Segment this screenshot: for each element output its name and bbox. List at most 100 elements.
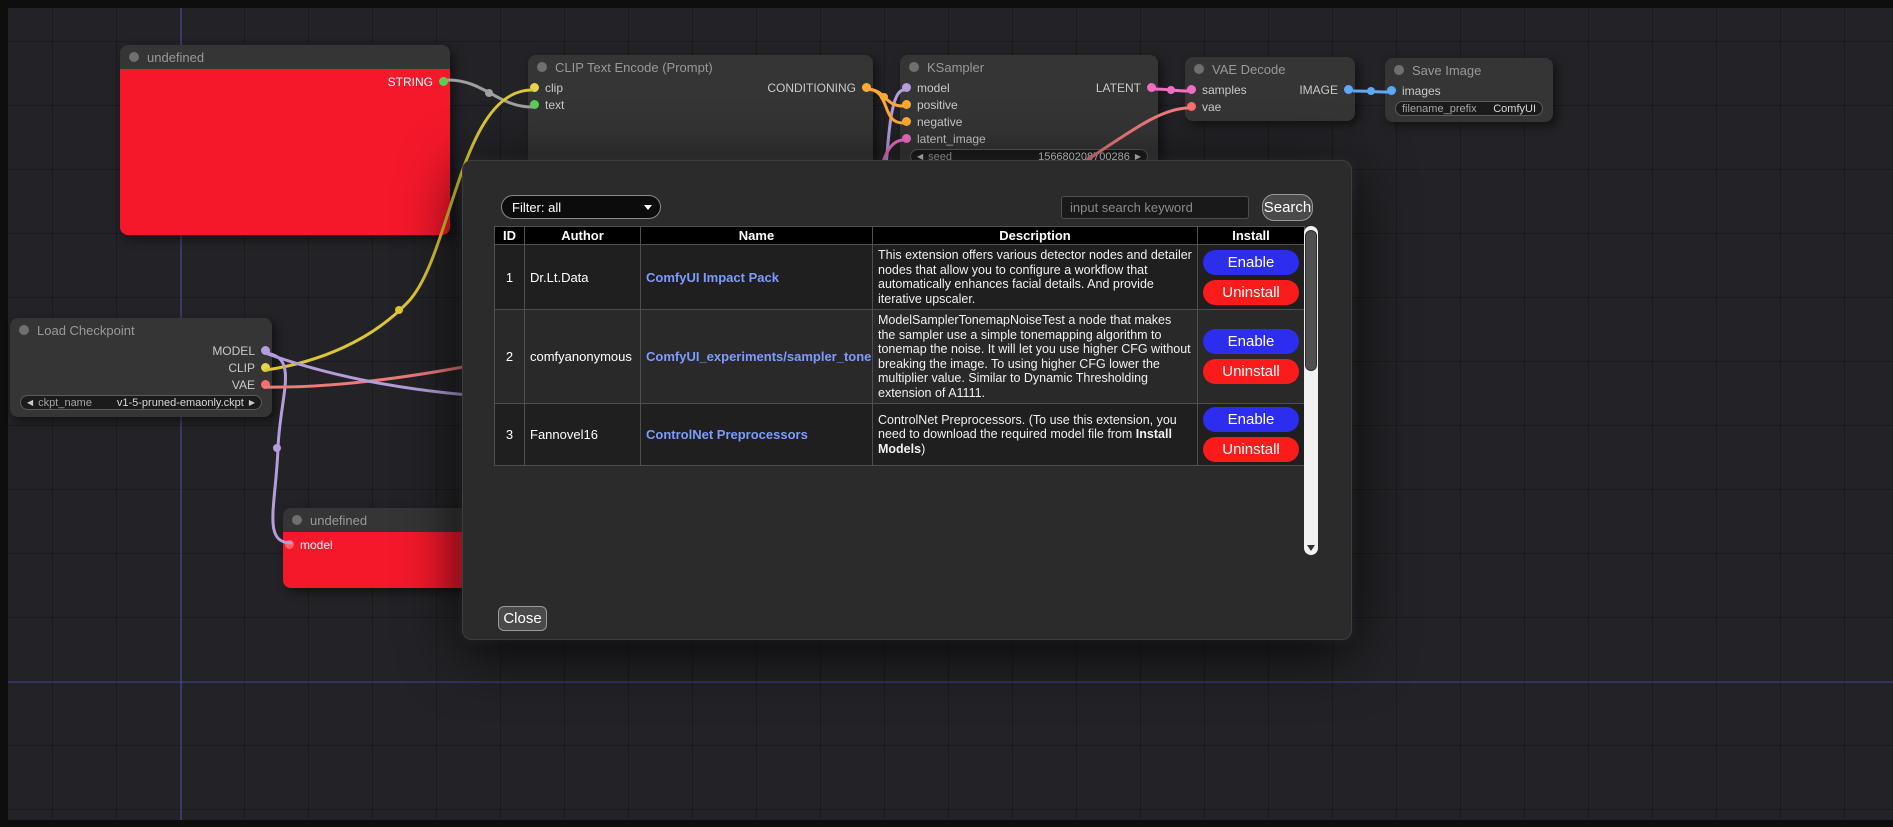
- input-slot-images[interactable]: [1387, 86, 1396, 95]
- output-label: LATENT: [1096, 81, 1141, 95]
- next-arrow-icon[interactable]: ▶: [249, 399, 255, 407]
- widget-label: ckpt_name: [38, 397, 92, 409]
- extension-row: 3 Fannovel16 ControlNet Preprocessors Co…: [495, 404, 1305, 466]
- input-slot-model[interactable]: [902, 83, 911, 92]
- input-slot-model[interactable]: [285, 540, 294, 549]
- node-title: undefined: [147, 50, 204, 65]
- uninstall-button[interactable]: Uninstall: [1203, 359, 1299, 384]
- output-slot-clip[interactable]: [261, 363, 270, 372]
- collapse-dot-icon[interactable]: [292, 515, 302, 525]
- search-button[interactable]: Search: [1262, 194, 1313, 221]
- collapse-dot-icon[interactable]: [1394, 65, 1404, 75]
- filter-select[interactable]: Filter: all: [501, 195, 661, 219]
- output-slot-latent[interactable]: [1147, 83, 1156, 92]
- extension-manager-dialog: Filter: all Search ID Author Name Descri…: [462, 160, 1352, 640]
- extension-description: This extension offers various detector n…: [873, 245, 1198, 310]
- input-slot-vae[interactable]: [1187, 102, 1196, 111]
- column-header-author: Author: [525, 227, 641, 245]
- table-header-row: ID Author Name Description Install: [495, 227, 1305, 245]
- node-title: KSampler: [927, 60, 984, 75]
- input-slot-samples[interactable]: [1187, 85, 1196, 94]
- node-title: Load Checkpoint: [37, 323, 135, 338]
- extension-author: Fannovel16: [525, 404, 641, 466]
- node-title: Save Image: [1412, 63, 1481, 78]
- node-title: undefined: [310, 513, 367, 528]
- widget-value: v1-5-pruned-emaonly.ckpt: [117, 397, 244, 409]
- collapse-dot-icon[interactable]: [19, 325, 29, 335]
- output-label: VAE: [232, 378, 255, 392]
- enable-button[interactable]: Enable: [1203, 407, 1299, 432]
- collapse-dot-icon[interactable]: [1194, 64, 1204, 74]
- column-header-name: Name: [641, 227, 873, 245]
- node-header[interactable]: Load Checkpoint: [10, 318, 272, 342]
- previous-arrow-icon[interactable]: ◀: [27, 399, 33, 407]
- scrollbar-thumb[interactable]: [1305, 230, 1317, 371]
- node-header[interactable]: Save Image: [1385, 58, 1553, 82]
- enable-button[interactable]: Enable: [1203, 250, 1299, 275]
- column-header-install: Install: [1198, 227, 1305, 245]
- output-slot-model[interactable]: [261, 346, 270, 355]
- input-label: positive: [917, 98, 958, 112]
- input-label: model: [917, 81, 950, 95]
- extension-table-container: ID Author Name Description Install 1 Dr.…: [494, 226, 1318, 555]
- node-header[interactable]: undefined: [120, 45, 450, 69]
- scroll-down-arrow-icon[interactable]: [1307, 545, 1315, 551]
- output-label: CLIP: [228, 361, 255, 375]
- uninstall-button[interactable]: Uninstall: [1203, 437, 1299, 462]
- extension-link[interactable]: ControlNet Preprocessors: [646, 427, 808, 442]
- output-slot-conditioning[interactable]: [862, 83, 871, 92]
- output-label: STRING: [388, 75, 433, 89]
- node-load-checkpoint[interactable]: Load Checkpoint MODEL CLIP VAE ◀ ckpt_na…: [10, 318, 272, 417]
- input-label: latent_image: [917, 132, 986, 146]
- input-slot-text[interactable]: [530, 100, 539, 109]
- node-title: VAE Decode: [1212, 62, 1285, 77]
- input-label: images: [1402, 84, 1441, 98]
- output-label: IMAGE: [1299, 83, 1338, 97]
- collapse-dot-icon[interactable]: [909, 62, 919, 72]
- input-label: model: [300, 538, 333, 552]
- extension-link[interactable]: ComfyUI Impact Pack: [646, 270, 779, 285]
- output-label: MODEL: [212, 344, 255, 358]
- extension-id: 1: [495, 245, 525, 310]
- input-slot-latent-image[interactable]: [902, 134, 911, 143]
- output-slot-string[interactable]: [439, 77, 448, 86]
- extension-description: ControlNet Preprocessors. (To use this e…: [873, 404, 1198, 466]
- input-label: samples: [1202, 83, 1247, 97]
- input-label: vae: [1202, 100, 1221, 114]
- widget-label: filename_prefix: [1402, 103, 1477, 115]
- search-input[interactable]: [1061, 196, 1249, 219]
- extension-description: ModelSamplerTonemapNoiseTest a node that…: [873, 310, 1198, 404]
- vertical-scrollbar[interactable]: [1304, 226, 1318, 555]
- node-undefined-top[interactable]: undefined STRING: [120, 45, 450, 235]
- node-header[interactable]: CLIP Text Encode (Prompt): [528, 55, 873, 79]
- filename-prefix-widget[interactable]: filename_prefix ComfyUI: [1395, 101, 1543, 116]
- extension-row: 2 comfyanonymous ComfyUI_experiments/sam…: [495, 310, 1305, 404]
- output-label: CONDITIONING: [767, 81, 856, 95]
- node-vae-decode[interactable]: VAE Decode samples IMAGE vae: [1185, 57, 1355, 121]
- input-slot-positive[interactable]: [902, 100, 911, 109]
- node-title: CLIP Text Encode (Prompt): [555, 60, 713, 75]
- collapse-dot-icon[interactable]: [129, 52, 139, 62]
- canvas-axis-horizontal: [8, 681, 1893, 683]
- input-label: text: [545, 98, 564, 112]
- input-slot-negative[interactable]: [902, 117, 911, 126]
- input-label: clip: [545, 81, 563, 95]
- close-button[interactable]: Close: [498, 606, 547, 631]
- output-slot-image[interactable]: [1344, 85, 1353, 94]
- node-header[interactable]: KSampler: [900, 55, 1158, 79]
- extension-link[interactable]: ComfyUI_experiments/sampler_tonemap: [646, 349, 873, 364]
- uninstall-button[interactable]: Uninstall: [1203, 280, 1299, 305]
- output-slot-vae[interactable]: [261, 380, 270, 389]
- extension-author: comfyanonymous: [525, 310, 641, 404]
- node-header[interactable]: VAE Decode: [1185, 57, 1355, 81]
- enable-button[interactable]: Enable: [1203, 329, 1299, 354]
- extension-id: 3: [495, 404, 525, 466]
- widget-value: ComfyUI: [1493, 103, 1536, 115]
- column-header-id: ID: [495, 227, 525, 245]
- collapse-dot-icon[interactable]: [537, 62, 547, 72]
- node-save-image[interactable]: Save Image images filename_prefix ComfyU…: [1385, 58, 1553, 122]
- extension-author: Dr.Lt.Data: [525, 245, 641, 310]
- ckpt-name-widget[interactable]: ◀ ckpt_name v1-5-pruned-emaonly.ckpt ▶: [20, 395, 262, 410]
- input-slot-clip[interactable]: [530, 83, 539, 92]
- app-window: undefined STRING CLIP Text Encode (Promp…: [0, 0, 1893, 827]
